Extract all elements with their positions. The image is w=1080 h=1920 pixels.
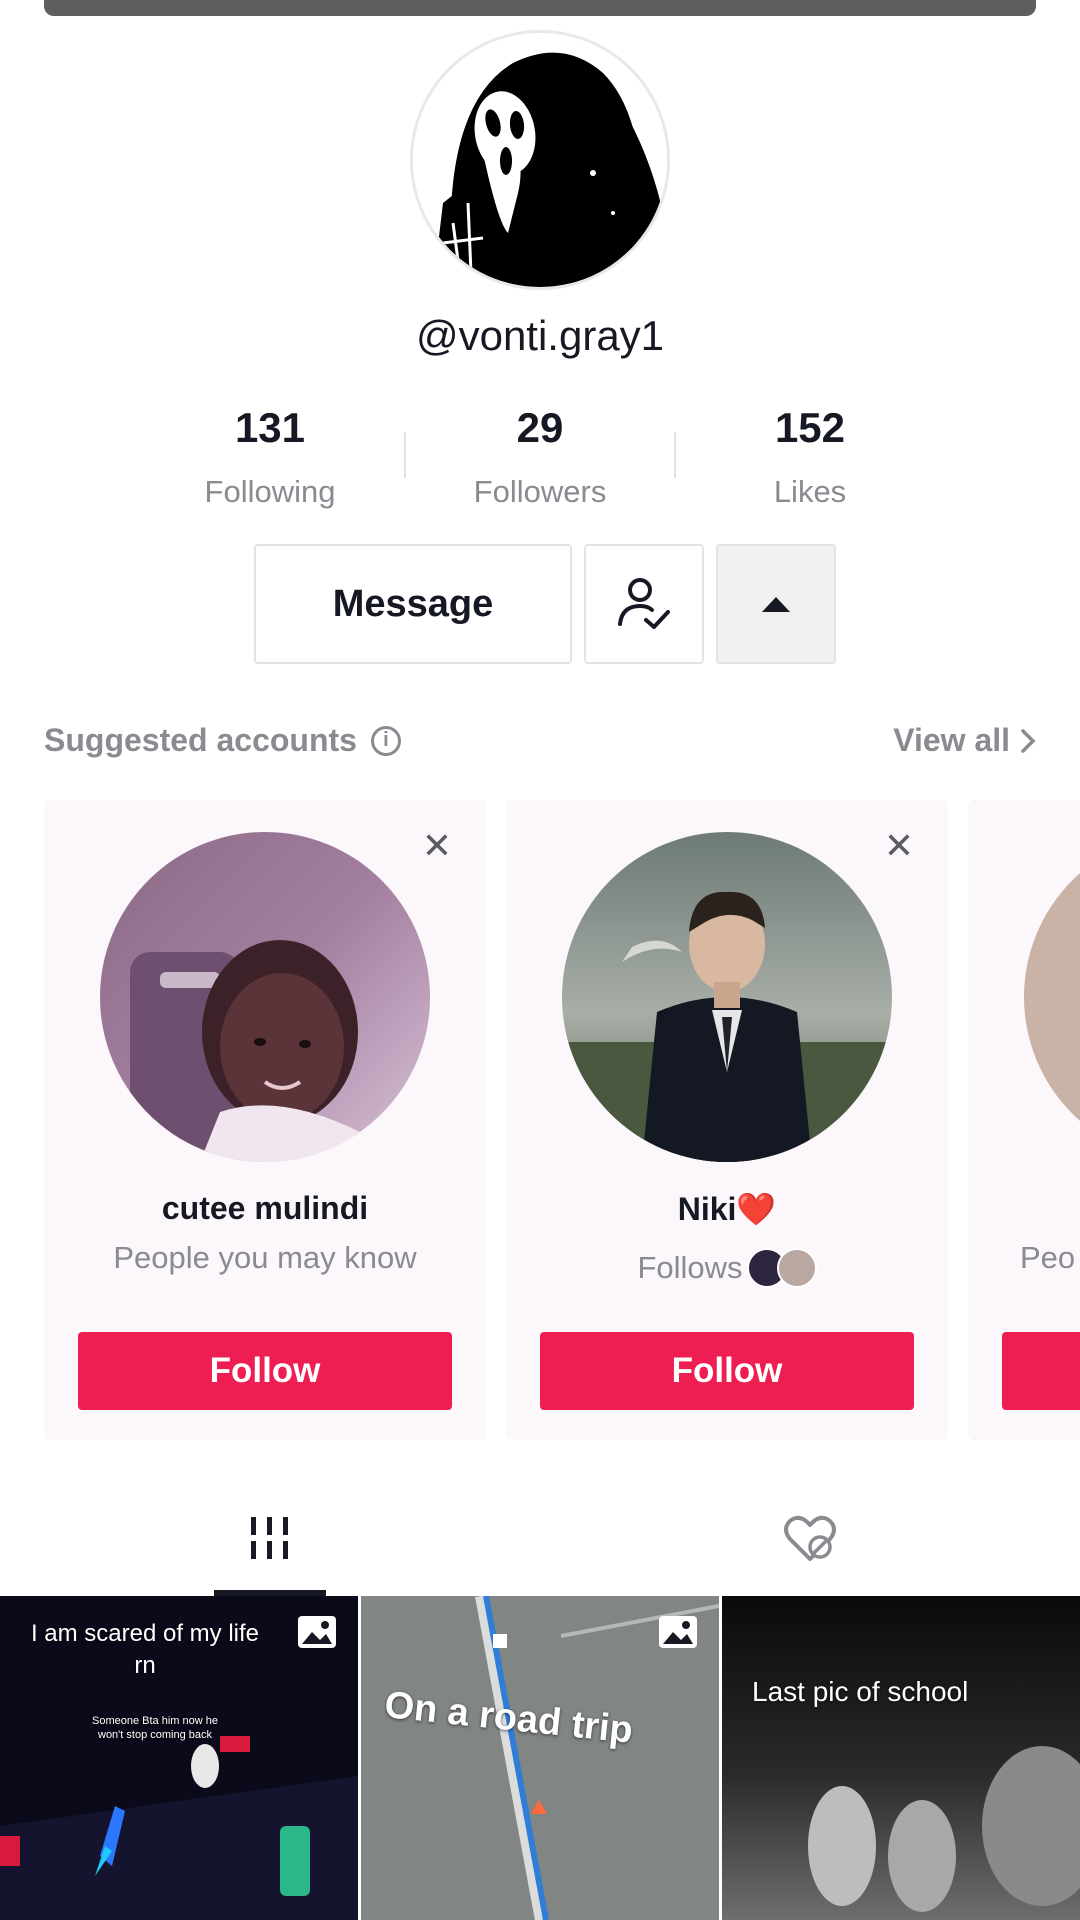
grid-icon: [251, 1517, 288, 1559]
info-icon[interactable]: i: [370, 725, 401, 756]
stat-following[interactable]: 131 Following: [170, 404, 370, 510]
photo-icon: [298, 1616, 336, 1648]
stat-likes-label: Likes: [773, 474, 847, 509]
suggested-reason-text: People you may know: [113, 1240, 417, 1275]
tab-liked[interactable]: [754, 1480, 866, 1596]
profile-tabs: [0, 1480, 1080, 1596]
follow-button[interactable]: [1002, 1332, 1080, 1410]
top-bar: [44, 0, 1036, 16]
suggested-accounts-label: Suggested accounts: [44, 722, 357, 758]
suggested-card: ✕ Niki❤️ Follows Follow: [506, 800, 948, 1440]
suggested-avatar[interactable]: [100, 832, 430, 1162]
suggested-avatar[interactable]: [562, 832, 892, 1162]
stat-likes[interactable]: 152 Likes: [710, 404, 910, 510]
video-tile[interactable]: On a road trip: [361, 1596, 719, 1920]
follow-button[interactable]: Follow: [540, 1332, 914, 1410]
suggested-card: ✕ cutee mulindi People you may know Foll…: [44, 800, 486, 1440]
suggested-name: cutee mulindi: [161, 1190, 369, 1226]
video-caption: I am scared of my life rn: [30, 1620, 260, 1679]
mutual-avatar: [776, 1248, 817, 1288]
stat-followers[interactable]: 29 Followers: [440, 404, 640, 510]
stat-followers-value: 29: [516, 404, 564, 451]
liked-hidden-icon: [784, 1515, 836, 1561]
video-tile[interactable]: I am scared of my life rn Someone Bta hi…: [0, 1596, 358, 1920]
close-icon[interactable]: ✕: [422, 828, 452, 864]
video-overlay-text: Someone Bta him now he won't stop coming…: [92, 1715, 218, 1741]
suggested-reason: People you may know: [44, 1240, 486, 1276]
suggested-reason: Follows: [506, 1248, 948, 1288]
suggested-name: Niki❤️: [677, 1191, 777, 1227]
stat-divider: [404, 432, 406, 478]
profile-username: @vonti.gray1: [415, 312, 665, 359]
chevron-right-icon: [1021, 728, 1036, 753]
profile-avatar[interactable]: [410, 30, 670, 290]
caret-up-icon: [762, 597, 790, 612]
suggested-reason-text: Follows: [637, 1250, 743, 1285]
close-icon[interactable]: ✕: [884, 828, 914, 864]
message-button[interactable]: Message: [254, 544, 572, 664]
person-check-icon: [618, 578, 670, 629]
more-suggestions-button[interactable]: [716, 544, 836, 664]
stat-following-value: 131: [234, 404, 306, 451]
suggested-card-partial: Peo: [968, 800, 1080, 1440]
photo-icon: [659, 1616, 697, 1648]
stat-divider: [674, 432, 676, 478]
follow-button[interactable]: Follow: [78, 1332, 452, 1410]
stat-likes-value: 152: [774, 404, 846, 451]
tab-videos[interactable]: [214, 1480, 326, 1596]
suggested-reason-text: Peo: [1020, 1240, 1076, 1275]
stat-followers-label: Followers: [473, 474, 607, 509]
following-status-button[interactable]: [584, 544, 704, 664]
view-all-label: View all: [893, 722, 1010, 758]
video-tile[interactable]: Last pic of school: [722, 1596, 1080, 1920]
video-caption: Last pic of school: [752, 1676, 969, 1707]
suggested-avatar[interactable]: [1024, 832, 1080, 1162]
stat-following-label: Following: [204, 474, 336, 509]
suggested-accounts-title: Suggested accounts i: [44, 722, 401, 759]
view-all-link[interactable]: View all: [893, 722, 1036, 759]
